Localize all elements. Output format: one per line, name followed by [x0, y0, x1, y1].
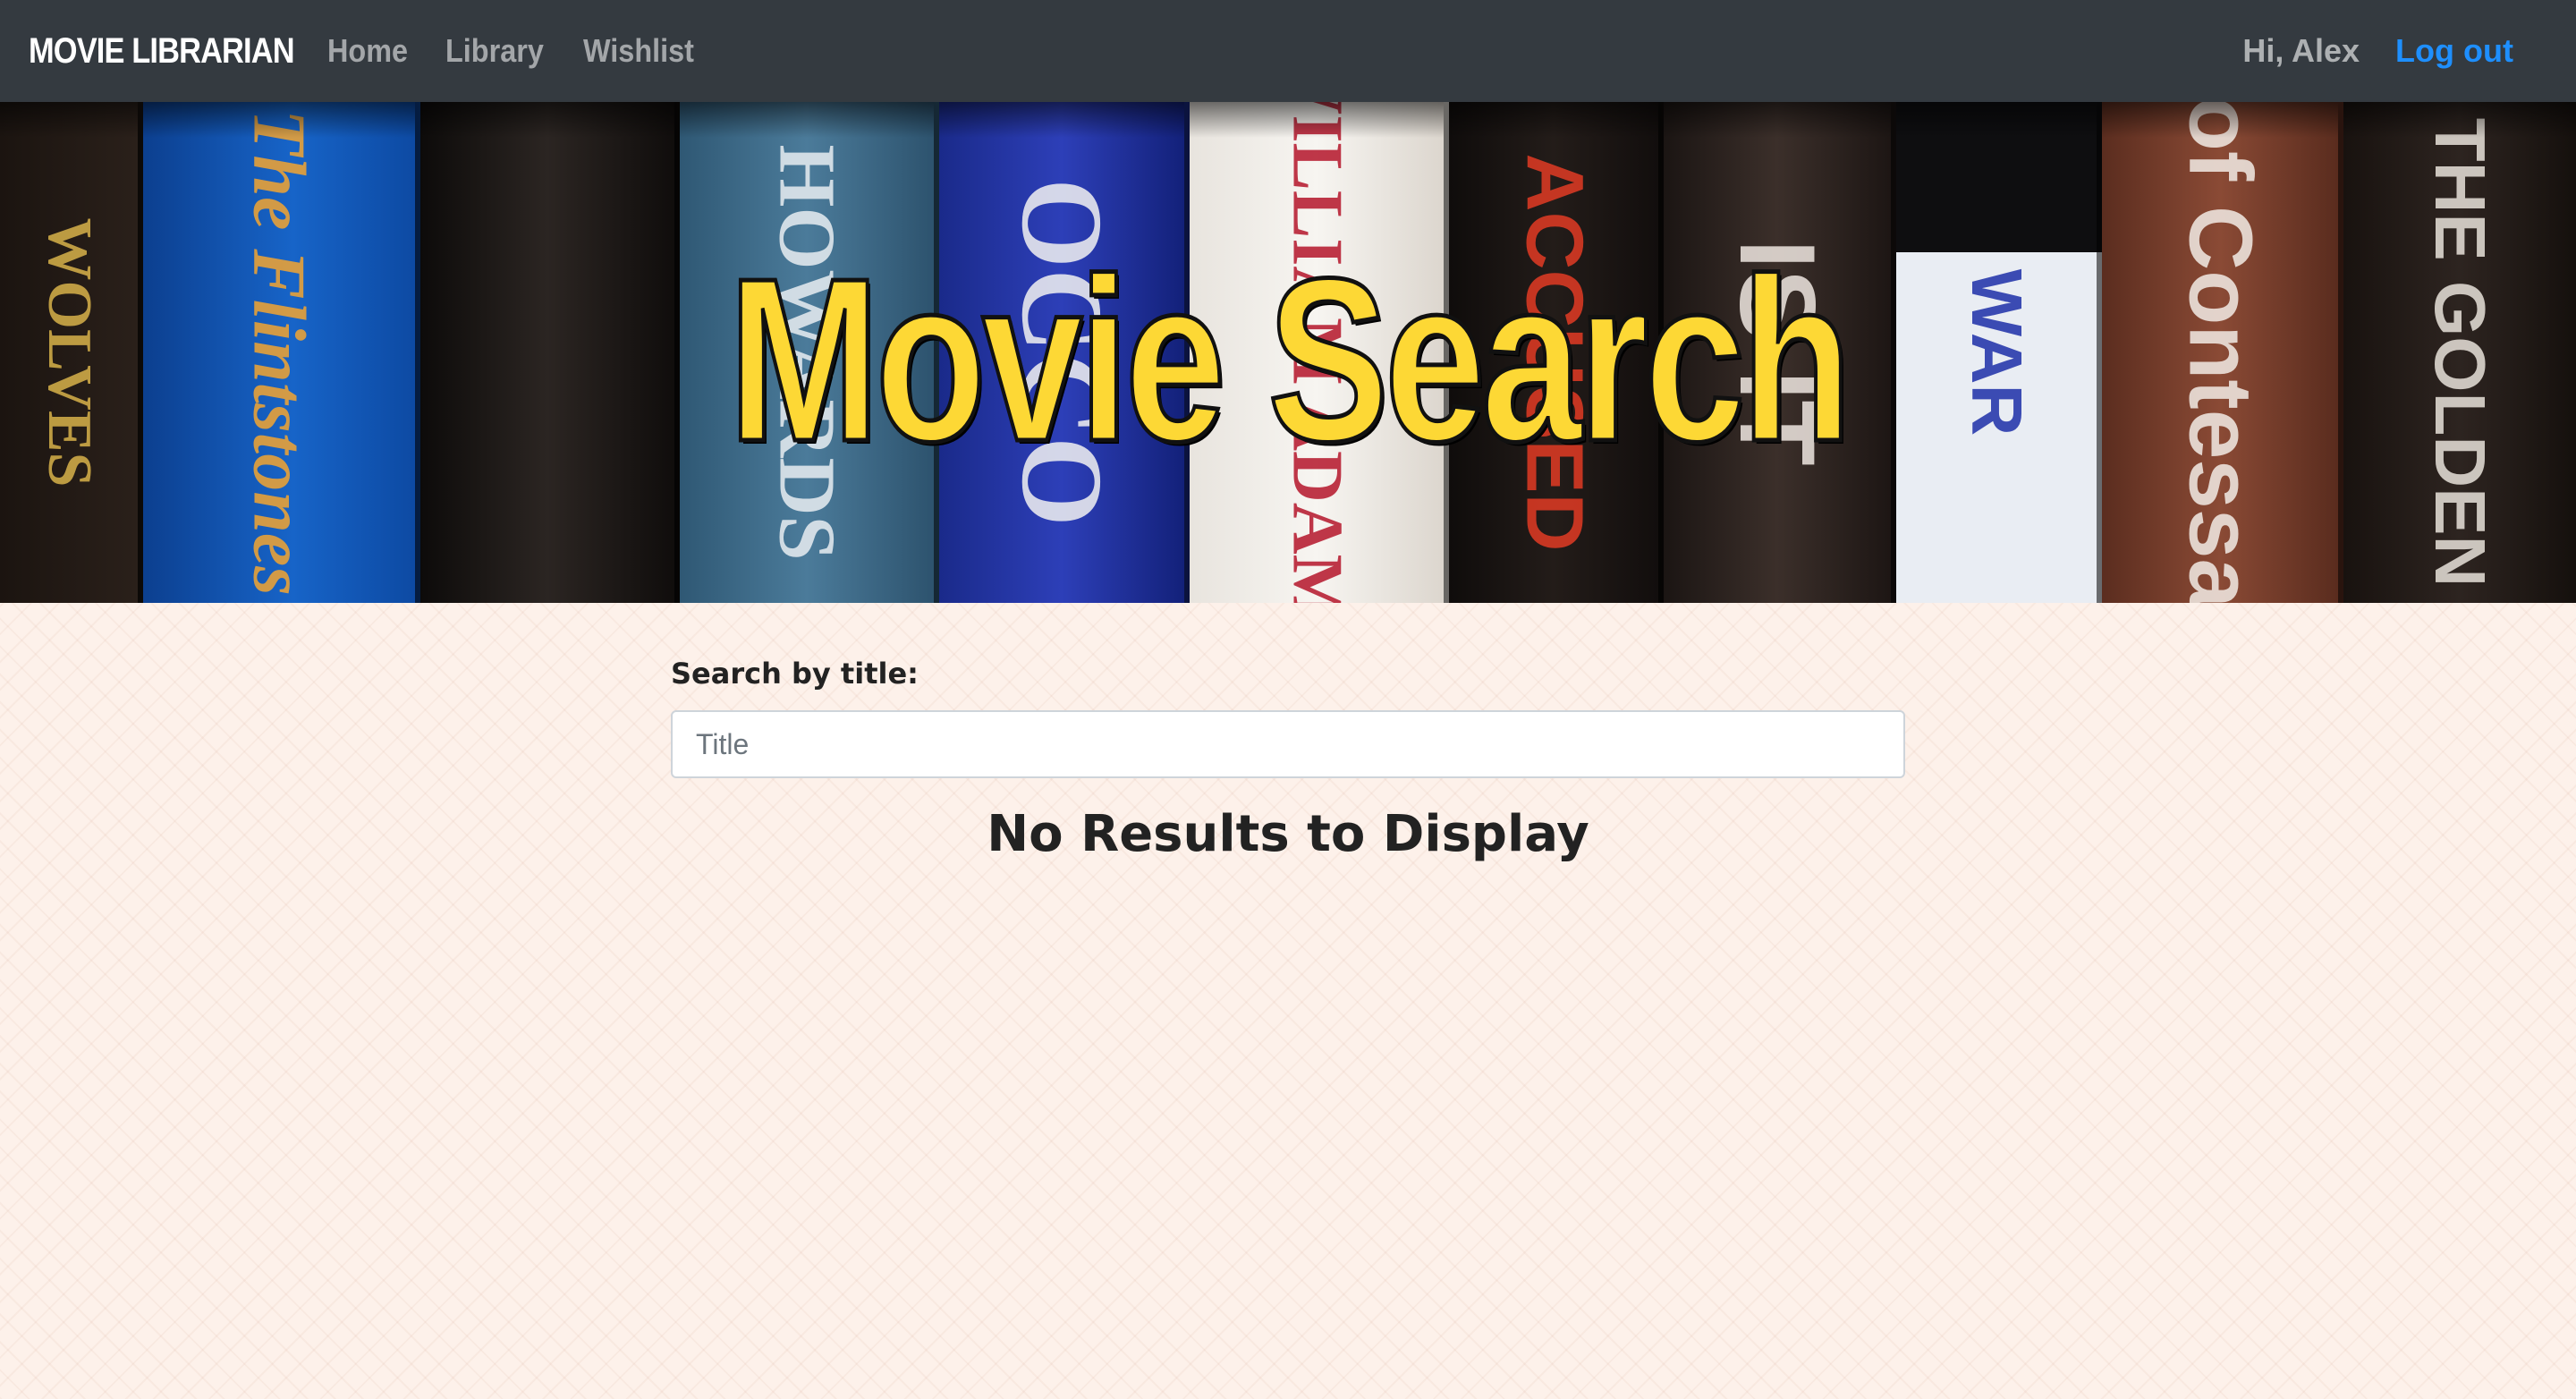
nav-link-wishlist[interactable]: Wishlist	[583, 32, 694, 70]
hero-banner: WOLVES The Flintstones HOWARDS OCCO WILL…	[0, 102, 2576, 603]
nav-link-library[interactable]: Library	[445, 32, 544, 70]
vhs-spine: WOLVES	[0, 102, 143, 603]
search-section: Search by title: No Results to Display	[671, 657, 1905, 863]
user-greeting: Hi, Alex	[2242, 32, 2360, 69]
navbar: MOVIE LIBRARIAN Home Library Wishlist Hi…	[0, 0, 2576, 102]
page-title: Movie Search	[726, 229, 1853, 493]
spine-label: THE GOLDEN	[2420, 117, 2500, 588]
nav-user-area: Hi, Alex Log out	[2242, 0, 2513, 102]
nav-link-home[interactable]: Home	[327, 32, 408, 70]
nav-links: Home Library Wishlist	[327, 0, 735, 102]
empty-results-message: No Results to Display	[987, 805, 1589, 863]
logout-link[interactable]: Log out	[2395, 32, 2513, 70]
search-label: Search by title:	[671, 657, 919, 691]
brand-logo[interactable]: MOVIE LIBRARIAN	[29, 0, 295, 102]
spine-label: WOLVES	[35, 217, 104, 488]
title-search-input[interactable]	[671, 710, 1905, 778]
vhs-spine: THE GOLDEN	[2343, 102, 2576, 603]
